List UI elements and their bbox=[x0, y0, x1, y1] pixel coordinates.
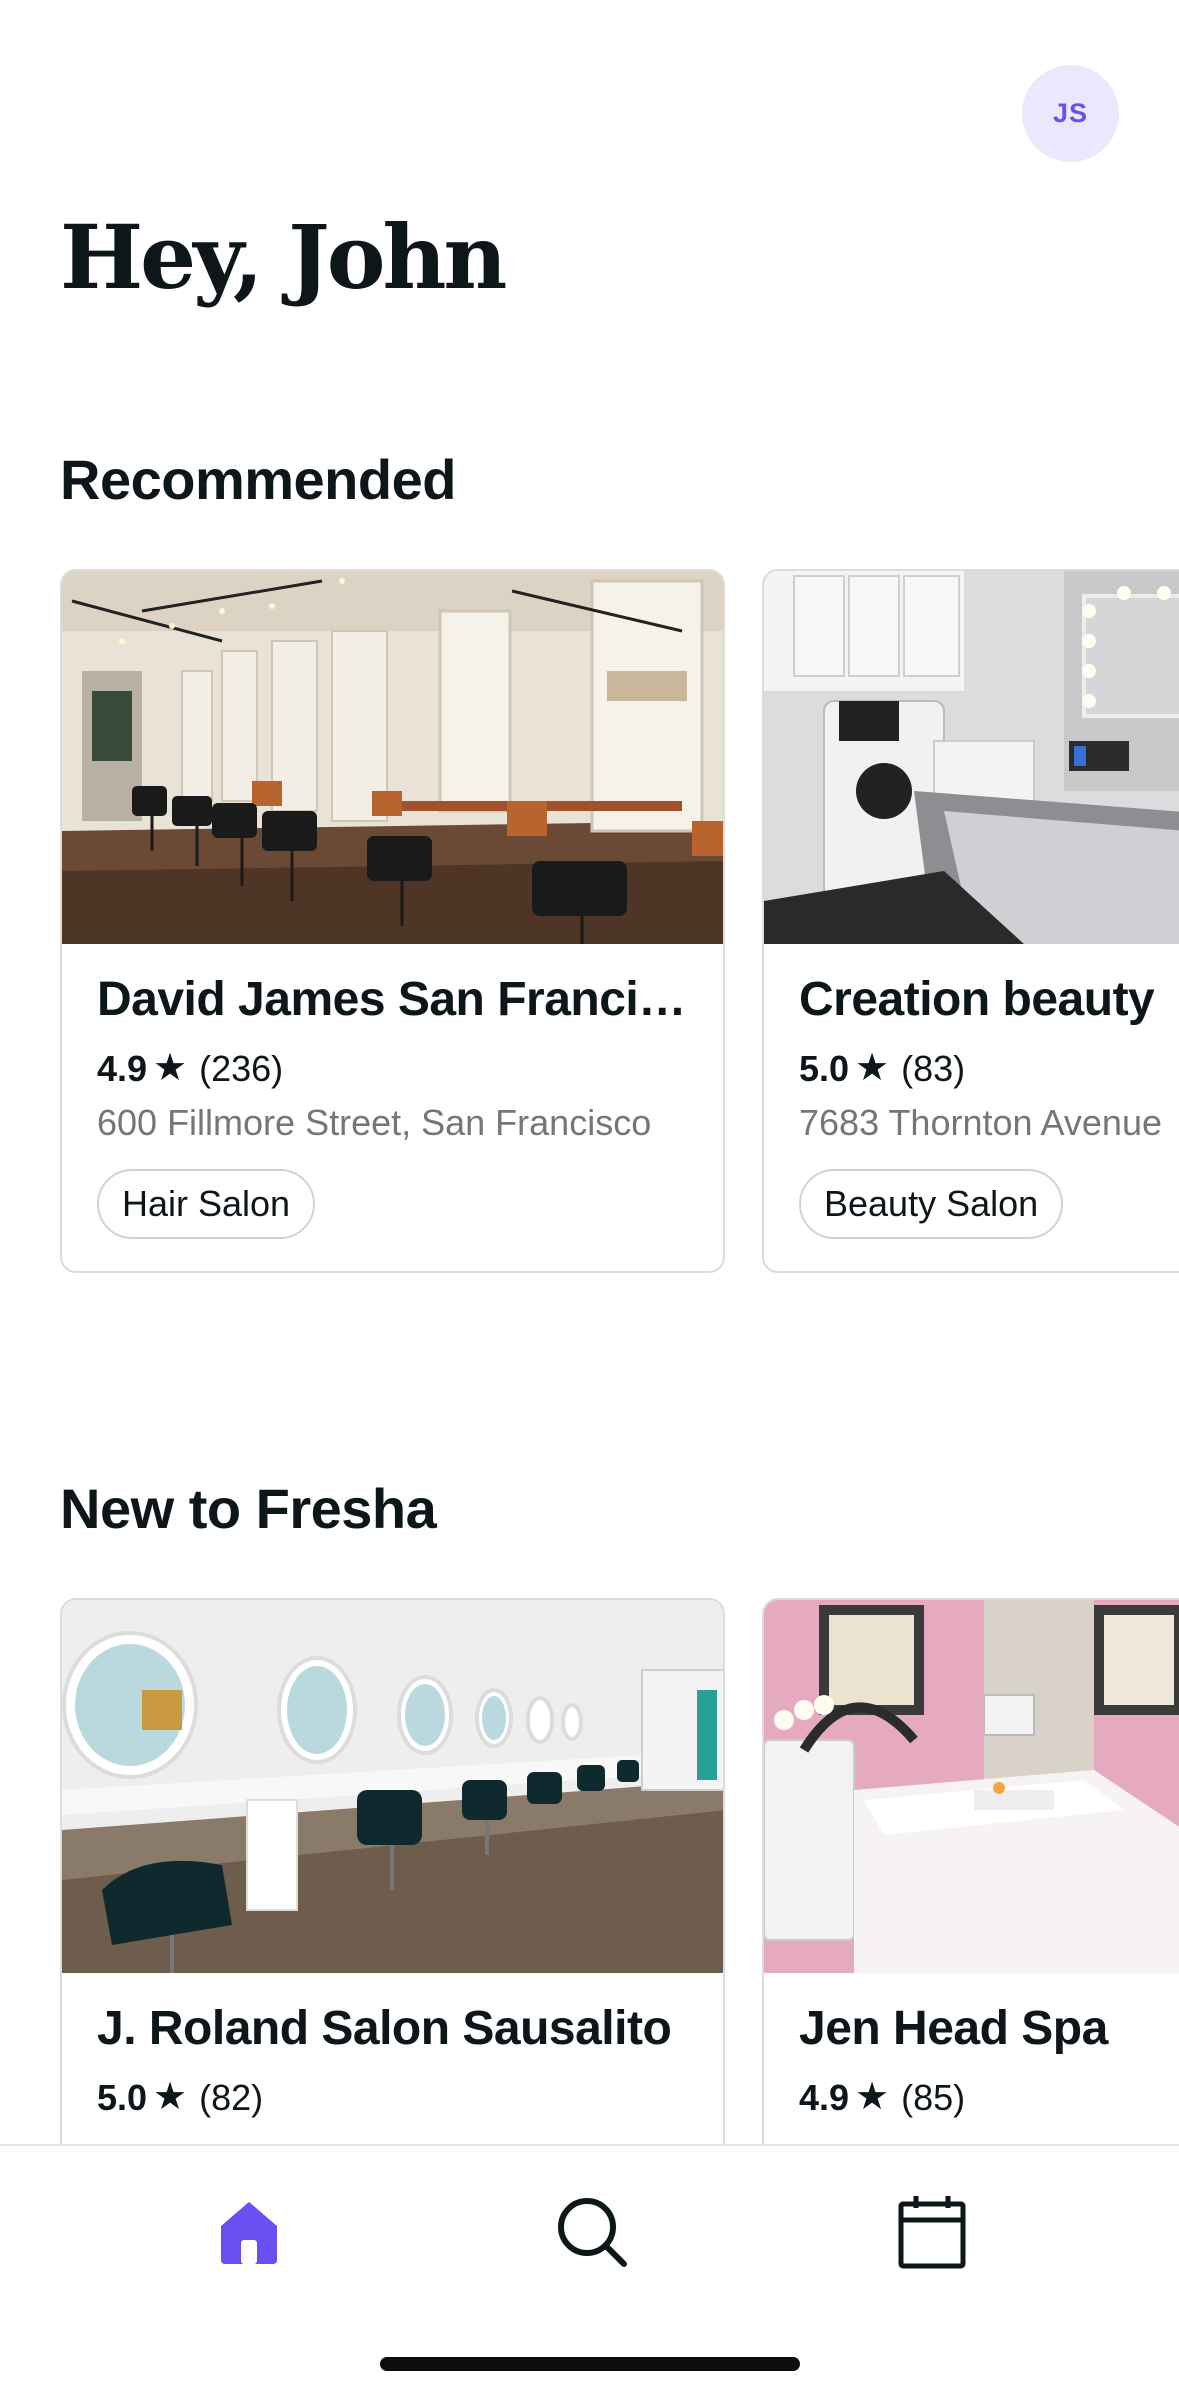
venue-rating: 5.0 bbox=[799, 1048, 850, 1090]
tab-appointments[interactable] bbox=[884, 2184, 980, 2280]
home-icon bbox=[221, 2202, 277, 2264]
section-title-new-to-fresha: New to Fresha bbox=[60, 1477, 437, 1540]
venue-card[interactable]: Creation beauty 5.0 ★ (83) 7683 Thornton… bbox=[762, 569, 1179, 1273]
venue-photo bbox=[62, 571, 723, 944]
venue-photo bbox=[764, 1600, 1179, 1973]
venue-rating-row: 4.9 ★ (236) bbox=[97, 1046, 283, 1092]
venue-rating-row: 4.9 ★ (85) bbox=[799, 2075, 965, 2121]
venue-review-count: (236) bbox=[199, 1048, 284, 1090]
venue-name: Creation beauty bbox=[799, 973, 1155, 1026]
venue-rating: 5.0 bbox=[97, 2077, 148, 2119]
venue-rating-row: 5.0 ★ (82) bbox=[97, 2075, 263, 2121]
greeting-title: Hey, John bbox=[60, 205, 507, 309]
venue-photo bbox=[764, 571, 1179, 944]
venue-address: 7683 Thornton Avenue bbox=[799, 1102, 1162, 1143]
search-icon bbox=[558, 2198, 627, 2267]
venue-rating: 4.9 bbox=[97, 1048, 148, 1090]
venue-name: J. Roland Salon Sausalito bbox=[97, 2002, 672, 2055]
home-indicator[interactable] bbox=[380, 2357, 800, 2371]
venue-review-count: (83) bbox=[901, 1048, 966, 1090]
section-title-recommended: Recommended bbox=[60, 448, 456, 511]
avatar-initials: JS bbox=[1052, 98, 1089, 128]
tab-search[interactable] bbox=[544, 2184, 640, 2280]
venue-category-chip: Beauty Salon bbox=[799, 1169, 1064, 1239]
venue-address: 600 Fillmore Street, San Francisco bbox=[97, 1102, 652, 1143]
venue-photo bbox=[62, 1600, 723, 1973]
tab-home[interactable] bbox=[201, 2184, 297, 2280]
user-avatar[interactable]: JS bbox=[1022, 65, 1119, 162]
venue-rating-row: 5.0 ★ (83) bbox=[799, 1046, 965, 1092]
venue-name: Jen Head Spa bbox=[799, 2002, 1108, 2055]
venue-review-count: (82) bbox=[199, 2077, 264, 2119]
star-icon: ★ bbox=[855, 1047, 890, 1089]
star-icon: ★ bbox=[855, 2076, 890, 2118]
venue-card[interactable]: David James San Francisco 4.9 ★ (236) 60… bbox=[60, 569, 725, 1273]
venue-review-count: (85) bbox=[901, 2077, 966, 2119]
recommended-carousel[interactable]: David James San Francisco 4.9 ★ (236) 60… bbox=[0, 569, 1179, 1349]
calendar-icon bbox=[898, 2196, 966, 2269]
star-icon: ★ bbox=[153, 1047, 188, 1089]
venue-rating: 4.9 bbox=[799, 2077, 850, 2119]
venue-name: David James San Francisco bbox=[97, 973, 707, 1026]
star-icon: ★ bbox=[153, 2076, 188, 2118]
venue-category-chip: Hair Salon bbox=[97, 1169, 316, 1239]
